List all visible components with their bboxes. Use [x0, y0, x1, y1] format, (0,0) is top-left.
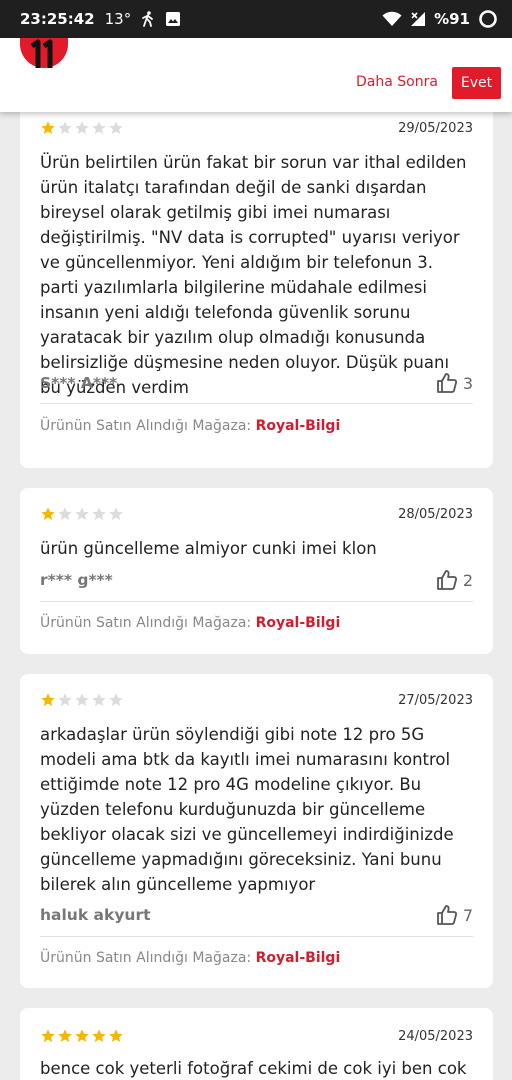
- review-date: 27/05/2023: [398, 692, 473, 708]
- store-info: Ürünün Satın Alındığı Mağaza: Royal-Bilg…: [40, 615, 473, 631]
- rating-stars: [40, 506, 124, 522]
- star-filled-icon: [109, 1029, 123, 1042]
- thumbs-up-icon: [436, 905, 457, 925]
- thumbs-up-icon: [436, 373, 457, 393]
- star-empty-icon: [109, 121, 123, 134]
- star-empty-icon: [58, 507, 72, 520]
- review-card: 29/05/2023 Ürün belirtilen ürün fakat bi…: [20, 112, 493, 468]
- star-empty-icon: [75, 121, 89, 134]
- star-filled-icon: [41, 507, 55, 520]
- wifi-icon: [382, 11, 402, 26]
- review-date: 24/05/2023: [398, 1028, 473, 1044]
- like-button[interactable]: 2: [435, 568, 473, 592]
- star-empty-icon: [58, 121, 72, 134]
- review-text: arkadaşlar ürün söylendiği gibi note 12 …: [40, 725, 454, 894]
- reviews-list[interactable]: 29/05/2023 Ürün belirtilen ürün fakat bi…: [0, 112, 512, 1080]
- star-filled-icon: [41, 121, 55, 134]
- review-text: bence cok yeterli fotoğraf cekimi de cok…: [40, 1059, 467, 1078]
- star-empty-icon: [92, 693, 106, 706]
- app-prompt-banner: Daha Sonra Evet: [0, 38, 512, 112]
- divider: [40, 601, 473, 602]
- divider: [40, 403, 473, 404]
- battery-icon: [479, 10, 497, 28]
- store-link[interactable]: Royal-Bilgi: [256, 418, 341, 434]
- review-author: S*** A***: [40, 374, 118, 392]
- store-label: Ürünün Satın Alındığı Mağaza:: [40, 950, 252, 966]
- star-filled-icon: [92, 1029, 106, 1042]
- review-text: Ürün belirtilen ürün fakat bir sorun var…: [40, 153, 467, 397]
- star-filled-icon: [41, 1029, 55, 1042]
- n11-logo: [20, 38, 68, 68]
- rating-stars: [40, 120, 124, 136]
- review-author: r*** g***: [40, 571, 113, 589]
- star-empty-icon: [75, 693, 89, 706]
- divider: [40, 936, 473, 937]
- rating-stars: [40, 692, 124, 708]
- review-date: 28/05/2023: [398, 506, 473, 522]
- like-count: 3: [462, 373, 473, 393]
- like-button[interactable]: 7: [435, 903, 473, 927]
- store-link[interactable]: Royal-Bilgi: [256, 615, 341, 631]
- star-empty-icon: [92, 507, 106, 520]
- store-label: Ürünün Satın Alındığı Mağaza:: [40, 615, 252, 631]
- star-empty-icon: [109, 507, 123, 520]
- star-filled-icon: [41, 693, 55, 706]
- review-card: 27/05/2023 arkadaşlar ürün söylendiği gi…: [20, 674, 493, 988]
- review-text: ürün güncelleme almiyor cunki imei klon: [40, 539, 377, 558]
- status-bar: 23:25:42 13° %91: [0, 0, 512, 38]
- thumbs-up-icon: [436, 570, 457, 590]
- review-date: 29/05/2023: [398, 120, 473, 136]
- star-empty-icon: [92, 121, 106, 134]
- image-icon: [166, 12, 181, 26]
- star-filled-icon: [75, 1029, 89, 1042]
- rating-stars: [40, 1028, 124, 1044]
- star-filled-icon: [58, 1029, 72, 1042]
- review-card: 28/05/2023 ürün güncelleme almiyor cunki…: [20, 488, 493, 654]
- status-temperature: 13°: [104, 10, 132, 28]
- later-button[interactable]: Daha Sonra: [356, 74, 438, 90]
- review-author: haluk akyurt: [40, 906, 151, 924]
- star-empty-icon: [75, 507, 89, 520]
- store-label: Ürünün Satın Alındığı Mağaza:: [40, 418, 252, 434]
- store-link[interactable]: Royal-Bilgi: [256, 950, 341, 966]
- like-count: 2: [462, 570, 473, 590]
- status-time: 23:25:42: [20, 10, 95, 28]
- battery-percent: %91: [434, 10, 470, 28]
- like-button[interactable]: 3: [435, 371, 473, 395]
- star-empty-icon: [58, 693, 72, 706]
- yes-button[interactable]: Evet: [452, 67, 501, 99]
- star-empty-icon: [109, 693, 123, 706]
- walking-icon: [142, 11, 154, 27]
- signal-icon: [411, 12, 426, 26]
- like-count: 7: [462, 905, 473, 925]
- store-info: Ürünün Satın Alındığı Mağaza: Royal-Bilg…: [40, 418, 473, 434]
- review-card: 24/05/2023 bence cok yeterli fotoğraf ce…: [20, 1008, 493, 1080]
- store-info: Ürünün Satın Alındığı Mağaza: Royal-Bilg…: [40, 950, 473, 966]
